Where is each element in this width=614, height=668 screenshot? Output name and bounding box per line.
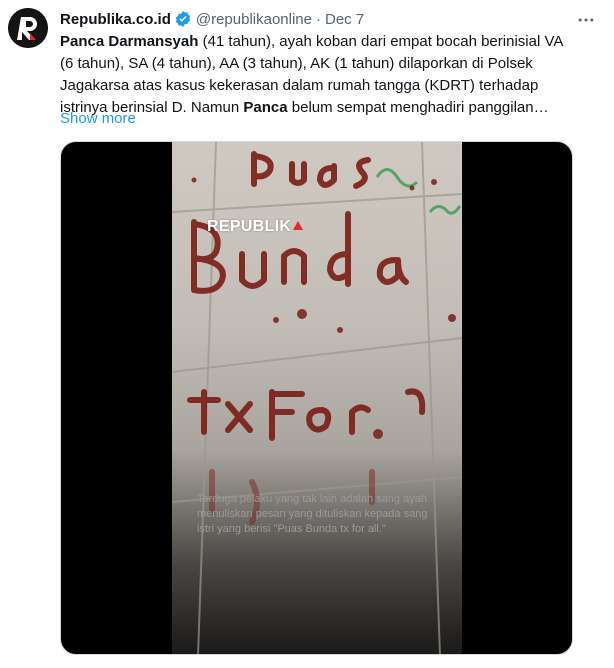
tweet-text-part-2: belum sempat menghadiri panggilan… <box>287 99 549 116</box>
show-more-link[interactable]: Show more <box>60 108 136 130</box>
avatar[interactable] <box>8 8 48 48</box>
more-options-icon[interactable] <box>574 8 598 32</box>
display-name[interactable]: Republika.co.id <box>60 11 171 28</box>
media-caption: Terduga pelaku yang tak lain adalah sang… <box>197 493 428 535</box>
account-handle[interactable]: @republikaonline <box>196 11 312 28</box>
mention-name: Panca Darmansyah <box>60 33 199 50</box>
tweet-media[interactable]: REPUBLIK Terduga pelaku yang tak lain ad… <box>60 141 573 655</box>
verified-badge-icon <box>174 10 192 28</box>
republika-logo-icon <box>8 8 48 48</box>
separator-dot: · <box>316 10 321 28</box>
mention-name-2: Panca <box>243 99 288 116</box>
watermark-text: REPUBLIK <box>207 218 292 235</box>
watermark-logo-icon <box>293 221 304 230</box>
tweet-date[interactable]: Dec 7 <box>325 11 364 28</box>
tweet-header: Republika.co.id @republikaonline · Dec 7 <box>60 9 594 29</box>
tweet-text: Panca Darmansyah (41 tahun), ayah koban … <box>60 31 580 119</box>
tweet-card[interactable]: Republika.co.id @republikaonline · Dec 7… <box>0 0 614 668</box>
media-watermark: REPUBLIK <box>207 218 304 236</box>
